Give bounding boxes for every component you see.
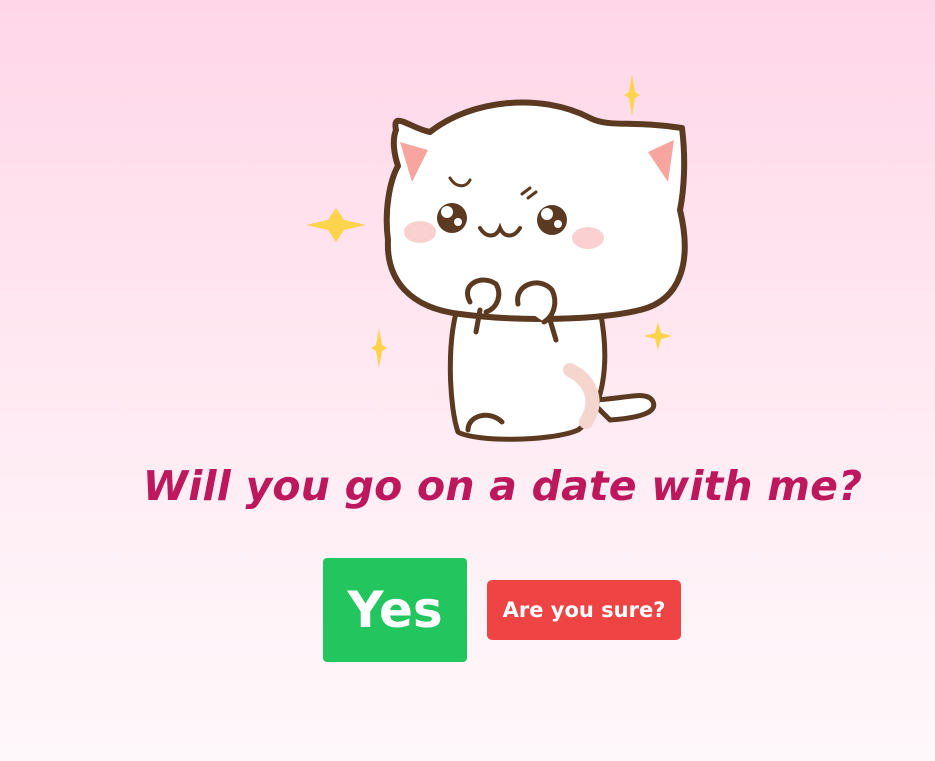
- question-text: Will you go on a date with me?: [142, 462, 863, 510]
- yes-button[interactable]: Yes: [323, 558, 467, 662]
- cat-sticker-icon: [300, 70, 700, 450]
- are-you-sure-button[interactable]: Are you sure?: [487, 580, 681, 640]
